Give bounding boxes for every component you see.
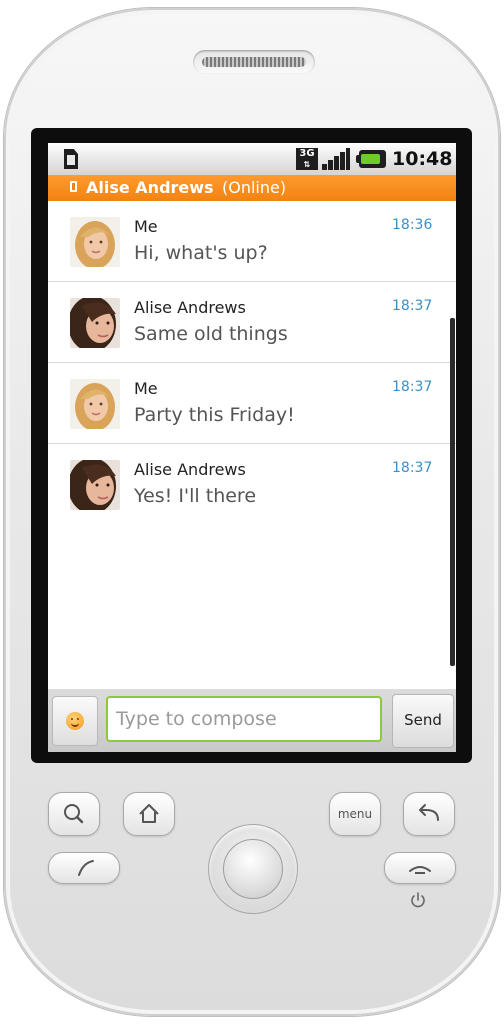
contact-status: (Online) (222, 178, 287, 197)
back-hw-button[interactable] (403, 792, 455, 836)
message-item[interactable]: Me Party this Friday! 18:37 (48, 363, 456, 444)
message-text: Hi, what's up? (134, 242, 268, 264)
search-hw-button[interactable] (48, 792, 100, 836)
end-call-hw-button[interactable] (384, 852, 456, 884)
status-bar: 3G ⇅ 10:48 (48, 143, 456, 175)
online-presence-icon (70, 181, 77, 192)
network-type-label: 3G (299, 148, 315, 159)
menu-hw-button[interactable]: menu (329, 792, 381, 836)
earpiece-speaker (193, 50, 315, 74)
message-time: 18:37 (392, 379, 433, 395)
blonde-woman-avatar (70, 217, 120, 267)
power-icon (411, 892, 425, 908)
status-clock: 10:48 (392, 148, 453, 170)
message-text: Same old things (134, 323, 288, 345)
call-icon (78, 860, 94, 876)
home-hw-button[interactable] (123, 792, 175, 836)
conversation-title-bar: Alise Andrews (Online) (48, 175, 456, 201)
send-button[interactable]: Send (392, 694, 454, 748)
search-icon (64, 804, 84, 824)
menu-label: menu (337, 807, 373, 821)
message-item[interactable]: Alise Andrews Yes! I'll there 18:37 (48, 444, 456, 524)
message-sender: Me (134, 379, 158, 398)
phone-screen: 3G ⇅ 10:48 Alise Andrews (Online) Me Hi,… (48, 143, 456, 752)
message-time: 18:37 (392, 298, 433, 314)
message-time: 18:36 (392, 217, 433, 233)
emoji-button[interactable] (52, 696, 98, 746)
message-text: Yes! I'll there (134, 485, 257, 507)
trackball-ring (208, 824, 298, 914)
speaker-grille (202, 57, 306, 67)
home-icon (139, 804, 159, 823)
brunette-woman-avatar (70, 298, 120, 348)
message-item[interactable]: Me Hi, what's up? 18:36 (48, 201, 456, 282)
call-hw-button[interactable] (48, 852, 120, 884)
compose-input[interactable] (106, 696, 382, 742)
message-text: Party this Friday! (134, 404, 295, 426)
3g-icon: 3G ⇅ (296, 148, 318, 170)
compose-bar: Send (48, 689, 456, 752)
trackball[interactable] (223, 839, 283, 899)
signal-icon (322, 148, 350, 170)
message-list-scrollbar[interactable] (450, 318, 455, 666)
battery-icon (356, 150, 386, 168)
message-time: 18:37 (392, 460, 433, 476)
message-list[interactable]: Me Hi, what's up? 18:36 Alise Andrews Sa… (48, 201, 456, 689)
sim-card-icon (64, 149, 78, 169)
blonde-woman-avatar (70, 379, 120, 429)
message-sender: Me (134, 217, 158, 236)
back-icon (419, 804, 439, 821)
message-item[interactable]: Alise Andrews Same old things 18:37 (48, 282, 456, 363)
end-call-icon (409, 866, 431, 874)
contact-name: Alise Andrews (86, 178, 214, 197)
message-sender: Alise Andrews (134, 298, 246, 317)
smiley-icon (66, 712, 84, 730)
brunette-woman-avatar (70, 460, 120, 510)
message-sender: Alise Andrews (134, 460, 246, 479)
